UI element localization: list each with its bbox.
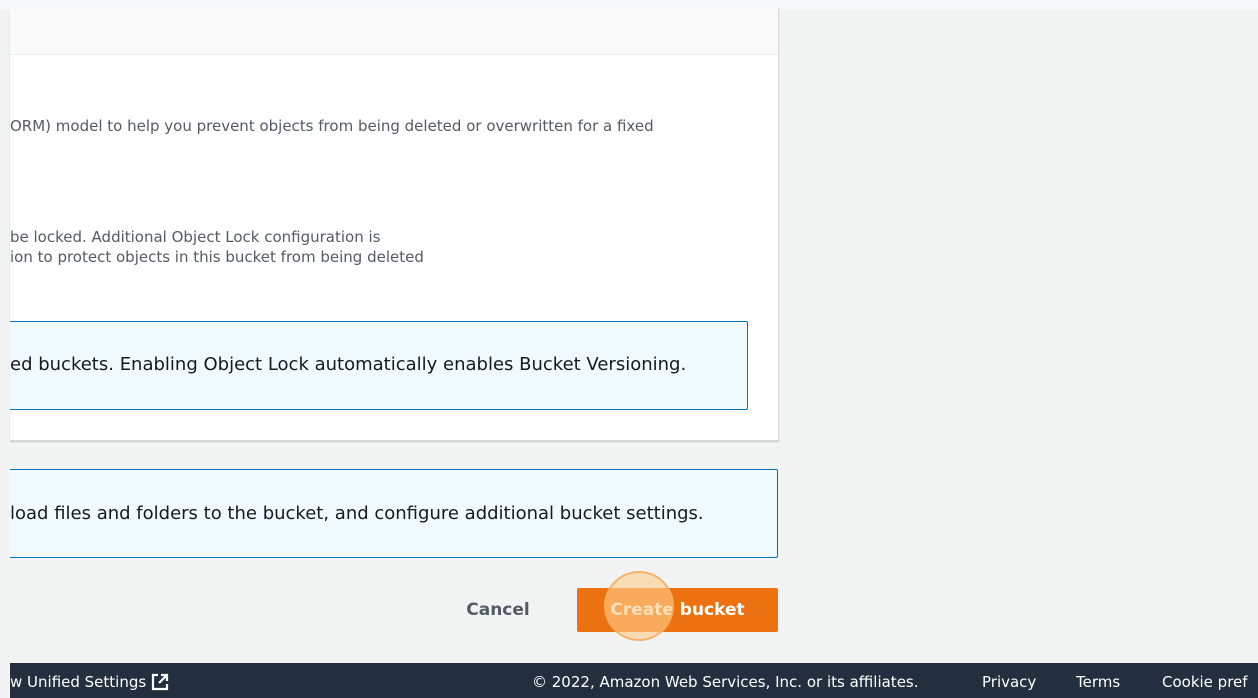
external-link-icon <box>152 673 169 691</box>
object-lock-panel: ORM) model to help you prevent objects f… <box>10 8 779 441</box>
terms-link[interactable]: Terms <box>1076 673 1120 691</box>
feedback-link[interactable]: w Unified Settings <box>10 672 170 692</box>
object-lock-description: ORM) model to help you prevent objects f… <box>10 117 654 135</box>
next-steps-info-alert: load files and folders to the bucket, an… <box>10 469 778 558</box>
cookie-preferences-link[interactable]: Cookie pref <box>1162 673 1248 691</box>
panel-header <box>10 8 778 55</box>
feedback-link-label: w Unified Settings <box>10 673 147 691</box>
create-bucket-button[interactable]: Create bucket <box>577 588 778 632</box>
object-lock-info-text: ed buckets. Enabling Object Lock automat… <box>10 354 687 375</box>
checkbox-description-line-1: be locked. Additional Object Lock config… <box>10 228 381 246</box>
footer: w Unified Settings © 2022, Amazon Web Se… <box>10 663 1258 698</box>
checkbox-description-line-2: ion to protect objects in this bucket fr… <box>10 248 424 266</box>
object-lock-info-alert: ed buckets. Enabling Object Lock automat… <box>10 321 748 410</box>
cancel-button[interactable]: Cancel <box>440 588 556 632</box>
next-steps-info-text: load files and folders to the bucket, an… <box>10 503 704 524</box>
copyright-text: © 2022, Amazon Web Services, Inc. or its… <box>532 673 919 691</box>
object-lock-checkbox-description: be locked. Additional Object Lock config… <box>10 227 424 267</box>
privacy-link[interactable]: Privacy <box>982 673 1036 691</box>
